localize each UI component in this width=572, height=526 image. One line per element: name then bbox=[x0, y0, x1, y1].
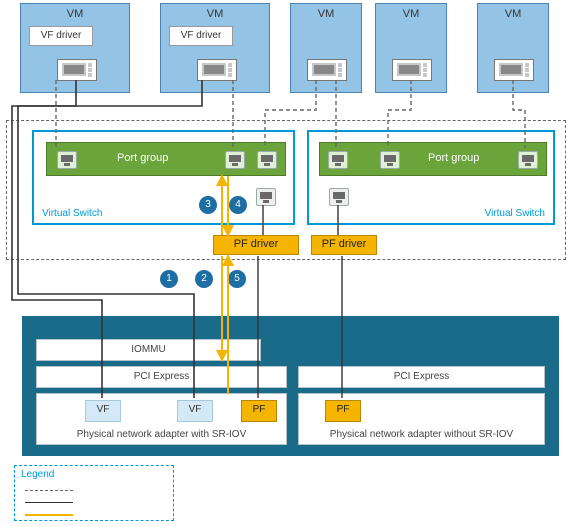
iommu-bar: IOMMU bbox=[36, 339, 261, 361]
uplink-port-icon bbox=[256, 188, 276, 206]
step-1: 1 bbox=[160, 270, 178, 288]
pf-driver-label: PF driver bbox=[322, 238, 367, 250]
step-3: 3 bbox=[199, 196, 217, 214]
port-icon bbox=[380, 151, 400, 169]
vm-nic bbox=[494, 59, 534, 81]
vf-driver-box: VF driver bbox=[169, 26, 233, 46]
legend-title: Legend bbox=[21, 469, 54, 480]
legend-dashed-line bbox=[25, 490, 73, 491]
iommu-label: IOMMU bbox=[37, 344, 260, 355]
step-4: 4 bbox=[229, 196, 247, 214]
pci-label: PCI Express bbox=[299, 371, 544, 382]
pci-express-right: PCI Express bbox=[298, 366, 545, 388]
pnic-sriov-label: Physical network adapter with SR-IOV bbox=[37, 429, 286, 440]
vm-nic bbox=[392, 59, 432, 81]
diagram-canvas: VM VF driver VM VF driver VM VM VM Port … bbox=[0, 0, 572, 526]
vm-2: VM VF driver bbox=[160, 3, 270, 93]
pci-express-left: PCI Express bbox=[36, 366, 287, 388]
legend-orange-line bbox=[25, 514, 73, 516]
vm-label: VM bbox=[478, 8, 548, 20]
vm-label: VM bbox=[291, 8, 361, 20]
virtual-switch-2: Port group Virtual Switch bbox=[307, 130, 555, 225]
uplink-port-icon bbox=[329, 188, 349, 206]
vm-5: VM bbox=[477, 3, 549, 93]
vm-label: VM bbox=[21, 8, 129, 20]
vm-nic bbox=[307, 59, 347, 81]
port-icon bbox=[225, 151, 245, 169]
port-group-1: Port group bbox=[46, 142, 286, 176]
vm-4: VM bbox=[375, 3, 447, 93]
vm-label: VM bbox=[161, 8, 269, 20]
vf-driver-box: VF driver bbox=[29, 26, 93, 46]
vm-3: VM bbox=[290, 3, 362, 93]
vf-driver-label: VF driver bbox=[41, 30, 82, 41]
virtual-switch-1: Port group Virtual Switch bbox=[32, 130, 295, 225]
legend-box: Legend bbox=[14, 465, 174, 521]
pci-label: PCI Express bbox=[37, 371, 286, 382]
legend-solid-line bbox=[25, 502, 73, 503]
vf-box: VF bbox=[177, 400, 213, 422]
port-icon bbox=[518, 151, 538, 169]
pf-box: PF bbox=[325, 400, 361, 422]
step-2: 2 bbox=[195, 270, 213, 288]
vf-box: VF bbox=[85, 400, 121, 422]
pf-driver-label: PF driver bbox=[234, 238, 279, 250]
port-icon bbox=[328, 151, 348, 169]
vf-driver-label: VF driver bbox=[181, 30, 222, 41]
pnic-nosriov-label: Physical network adapter without SR-IOV bbox=[299, 429, 544, 440]
port-group-label: Port group bbox=[428, 152, 479, 164]
virtual-switch-label: Virtual Switch bbox=[42, 208, 102, 219]
vm-nic bbox=[197, 59, 237, 81]
pf-driver-2: PF driver bbox=[311, 235, 377, 255]
vm-1: VM VF driver bbox=[20, 3, 130, 93]
pnic-sriov: VF VF PF Physical network adapter with S… bbox=[36, 393, 287, 445]
pnic-nosriov: PF Physical network adapter without SR-I… bbox=[298, 393, 545, 445]
port-group-label: Port group bbox=[117, 152, 168, 164]
port-icon bbox=[57, 151, 77, 169]
pf-driver-1: PF driver bbox=[213, 235, 299, 255]
vm-nic bbox=[57, 59, 97, 81]
step-5: 5 bbox=[228, 270, 246, 288]
port-group-2: Port group bbox=[319, 142, 547, 176]
virtual-switch-label: Virtual Switch bbox=[485, 208, 545, 219]
pf-box: PF bbox=[241, 400, 277, 422]
vm-label: VM bbox=[376, 8, 446, 20]
port-icon bbox=[257, 151, 277, 169]
